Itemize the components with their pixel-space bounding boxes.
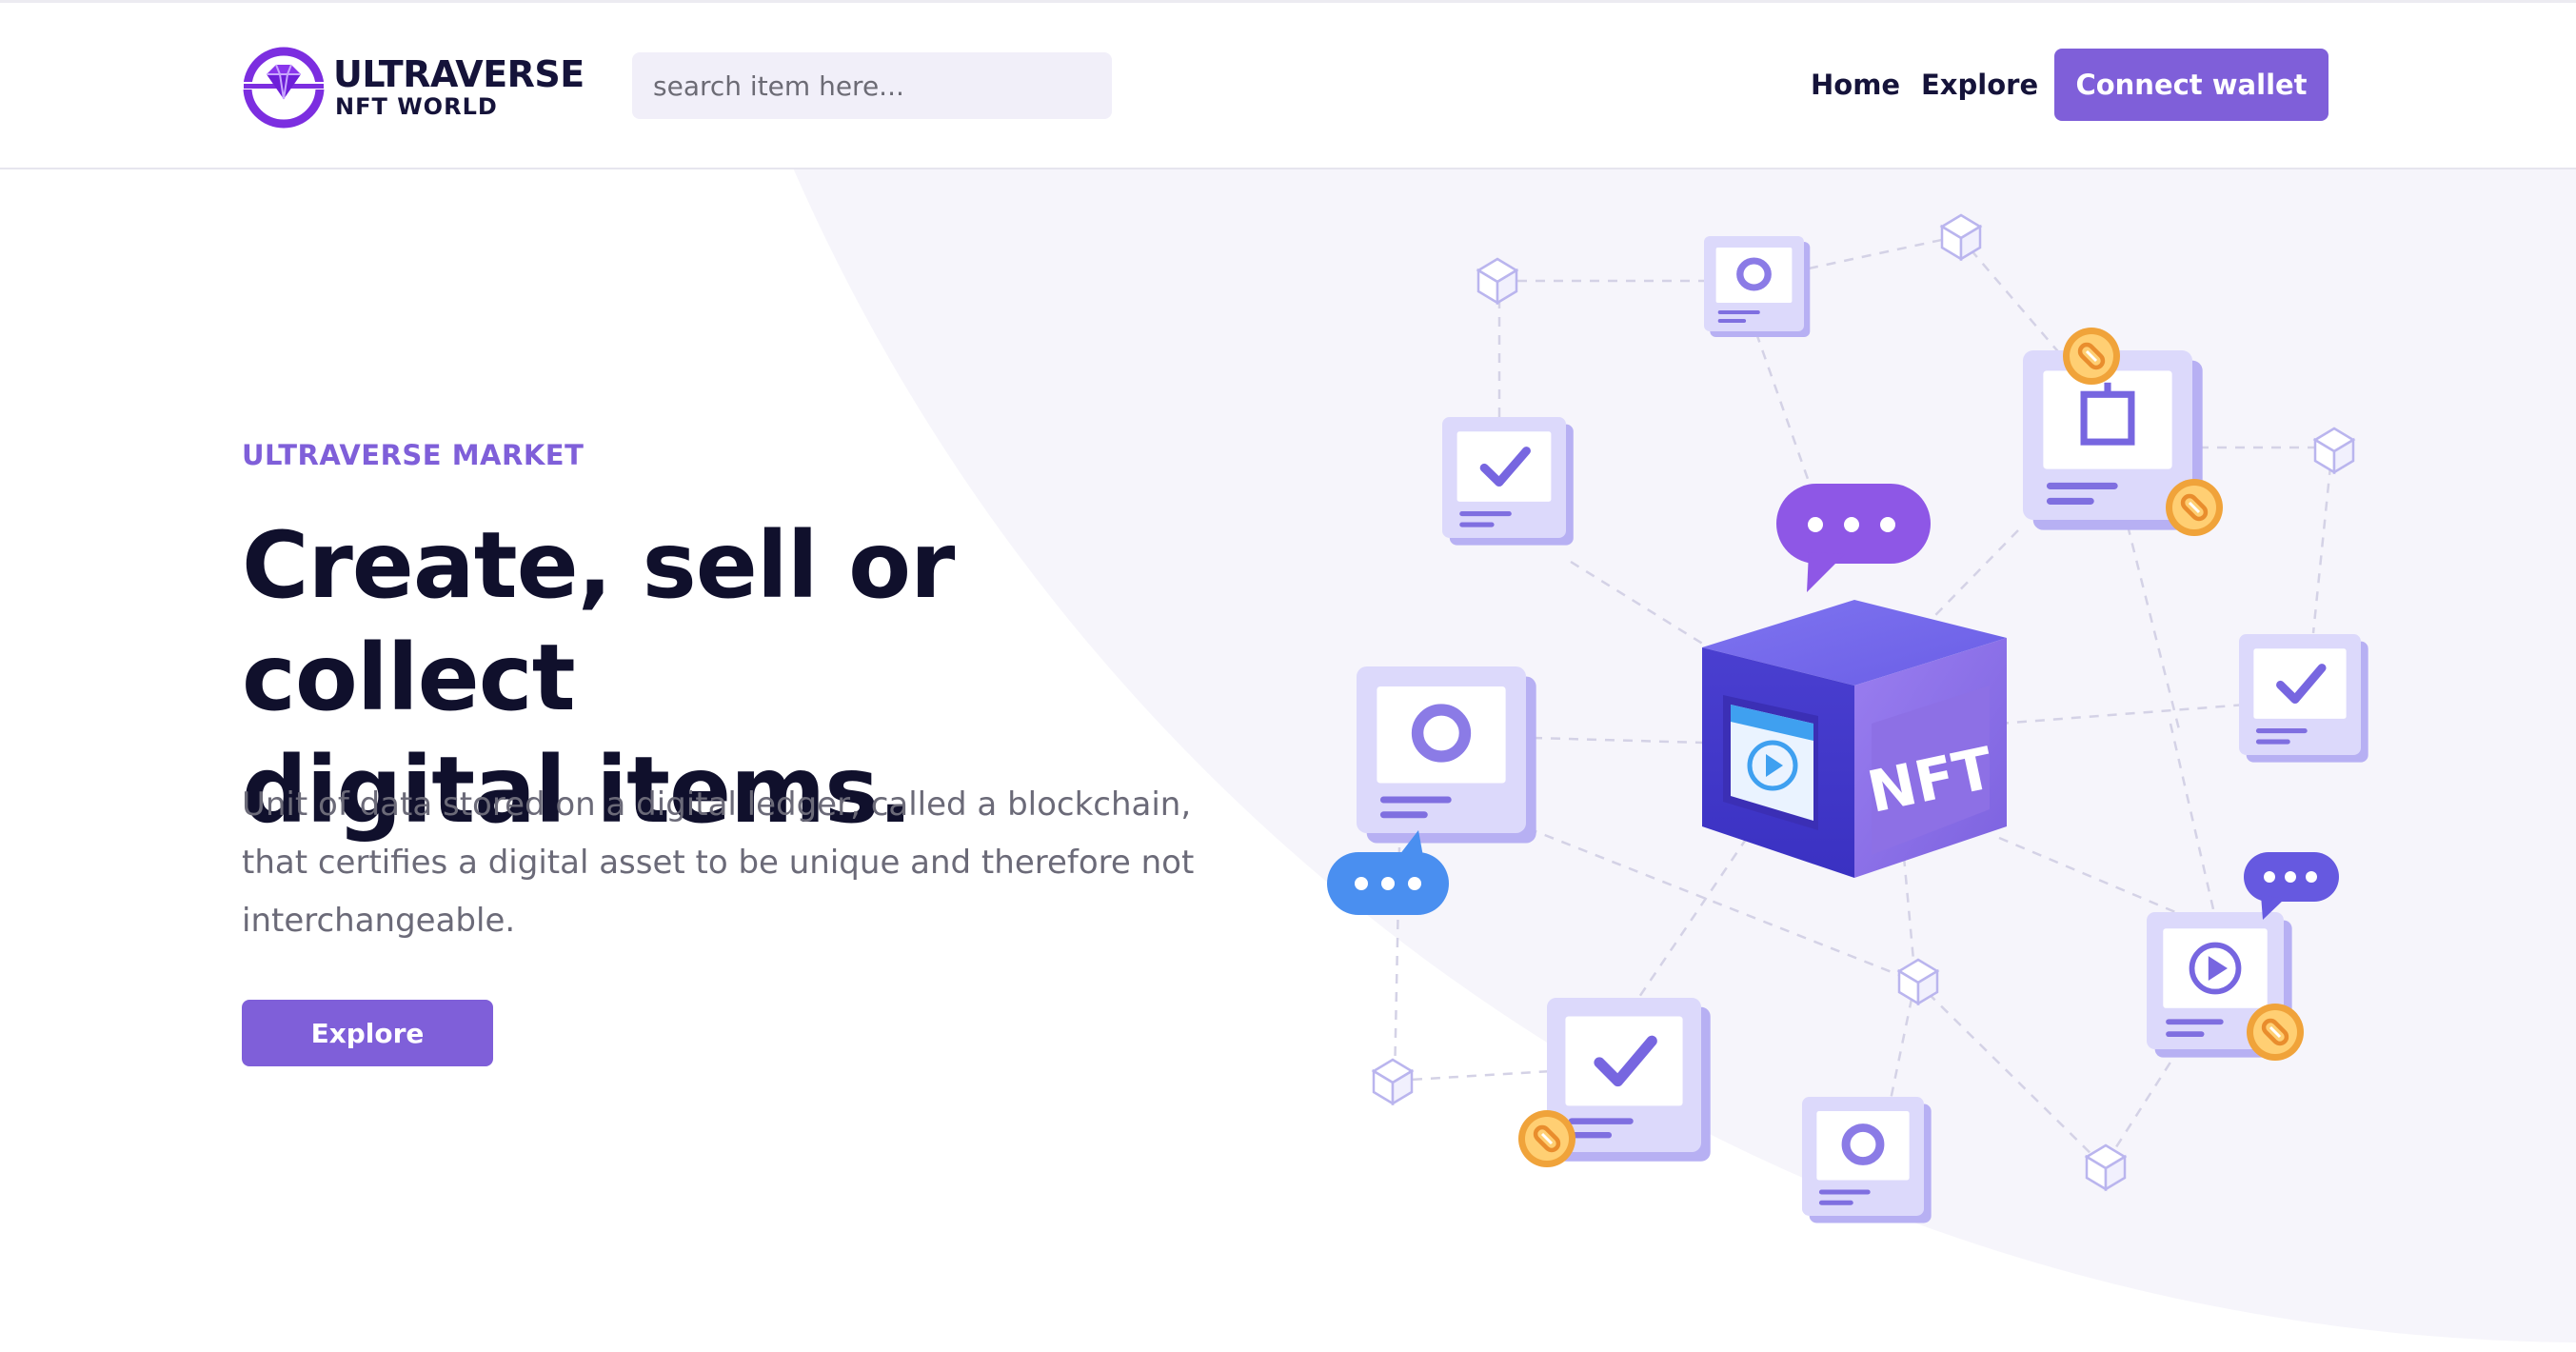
logo-title: ULTRAVERSE (333, 53, 585, 95)
logo-subtitle: NFT WORLD (335, 93, 498, 120)
headline-line-1: Create, sell or collect (242, 512, 955, 731)
nav-home-link[interactable]: Home (1811, 64, 1900, 106)
connect-wallet-button[interactable]: Connect wallet (2054, 49, 2328, 121)
search-input[interactable] (632, 52, 1112, 119)
site-header: ULTRAVERSE NFT WORLD Home Explore Connec… (0, 3, 2576, 169)
hero-eyebrow: ULTRAVERSE MARKET (242, 439, 585, 471)
nav-explore-link[interactable]: Explore (1921, 64, 2038, 106)
brand-logo[interactable]: ULTRAVERSE NFT WORLD (242, 46, 585, 129)
hero-description: Unit of data stored on a digital ledger,… (242, 785, 1195, 940)
hero-explore-button[interactable]: Explore (242, 1000, 493, 1066)
diamond-logo-icon (242, 47, 326, 129)
